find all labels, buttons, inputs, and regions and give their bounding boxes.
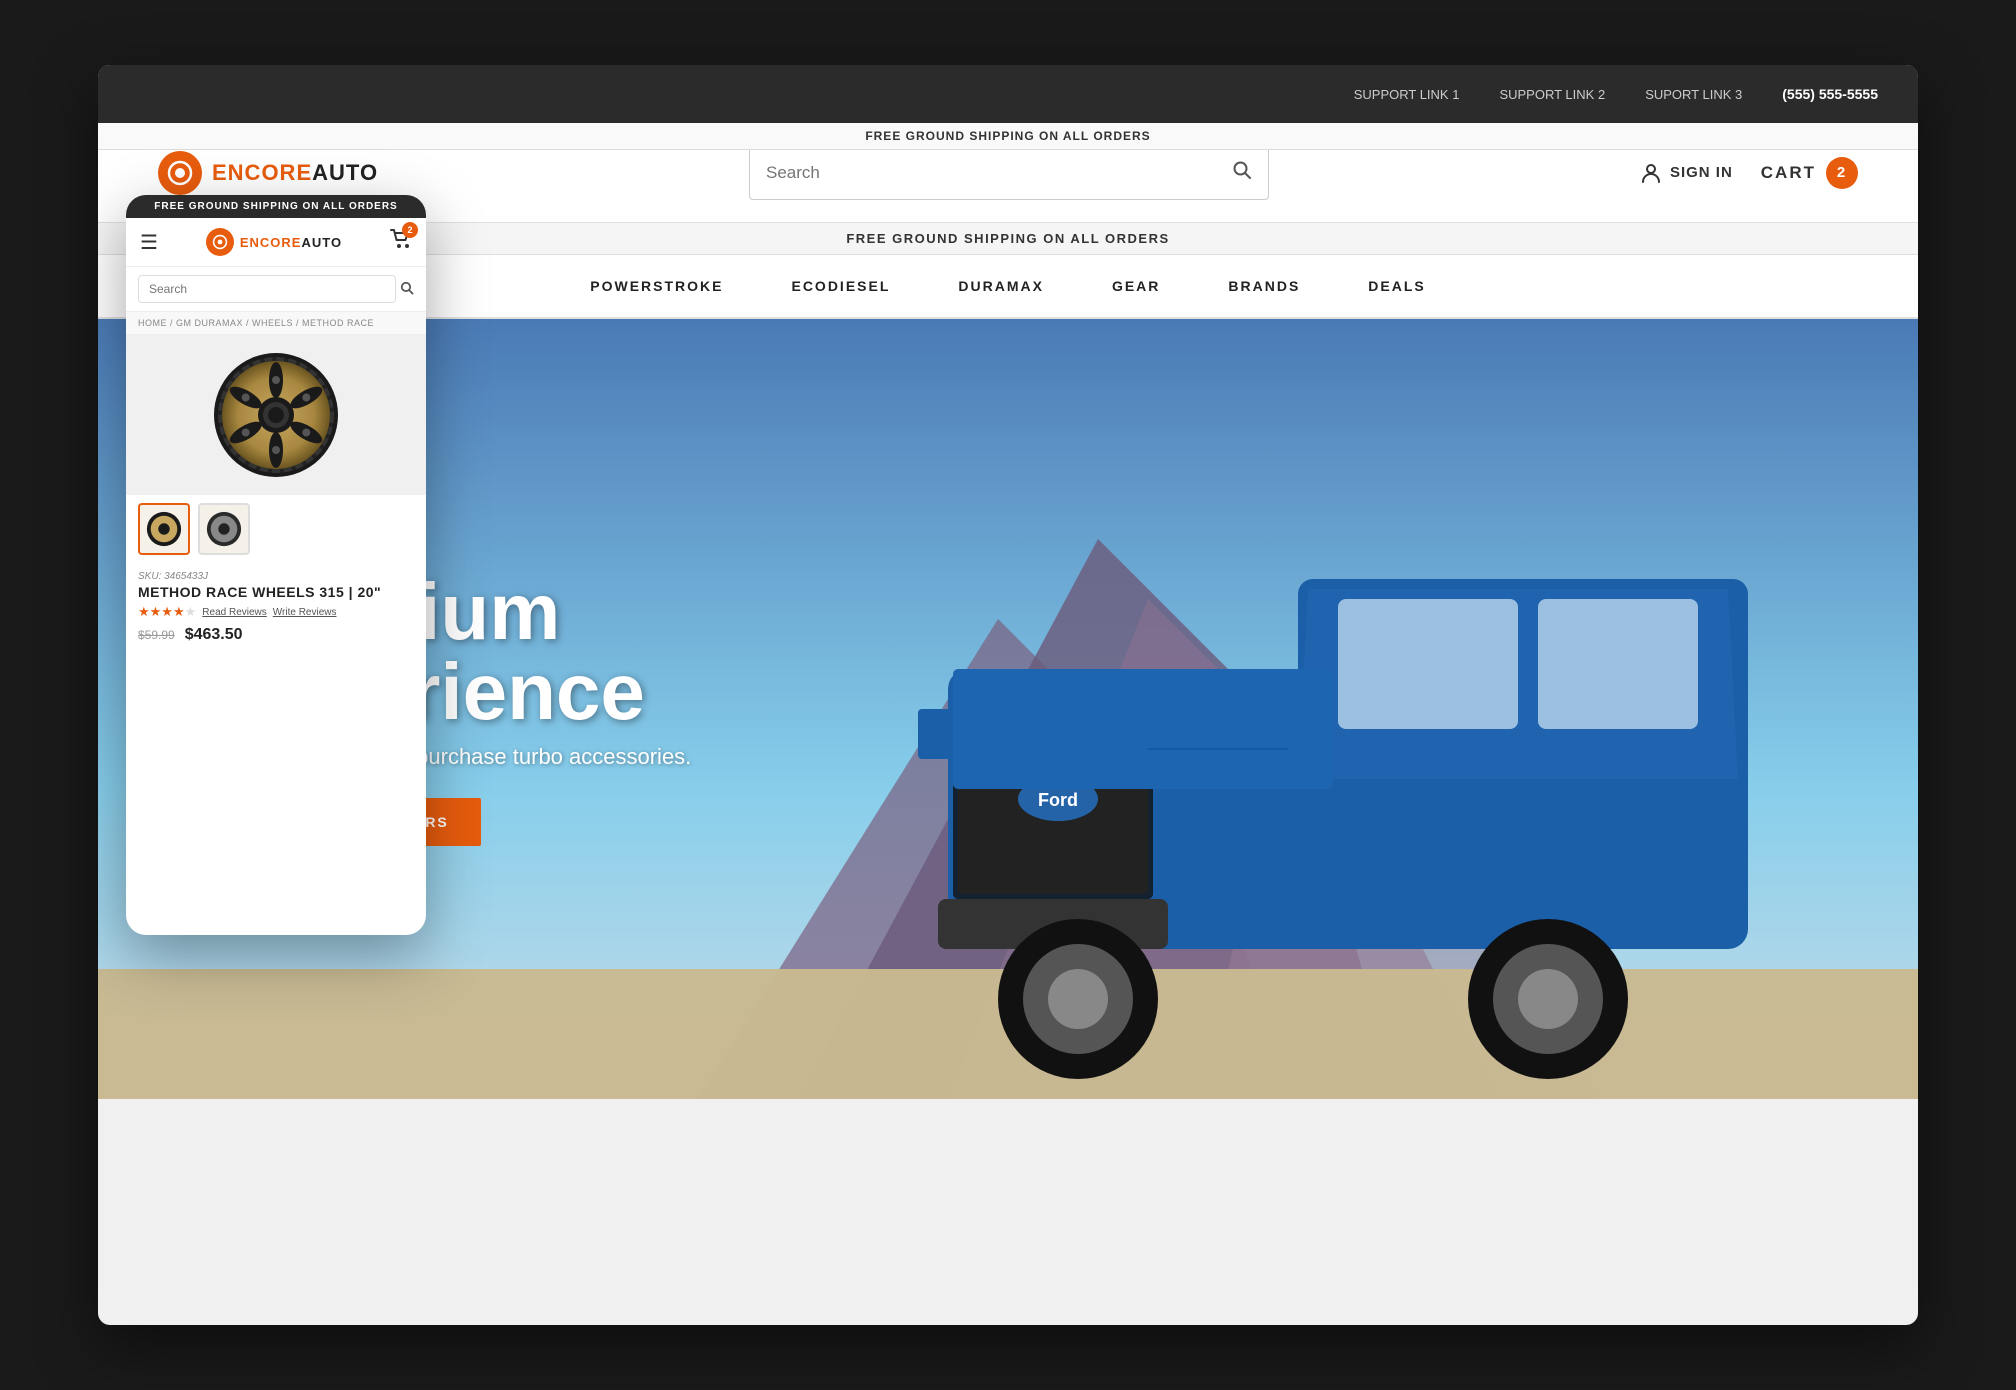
mobile-sku: SKU: 3465433J	[138, 571, 414, 582]
cart-count-badge: 2	[1826, 157, 1858, 189]
nav-duramax[interactable]: DURAMAX	[954, 278, 1048, 294]
write-reviews-link[interactable]: Write Reviews	[273, 607, 337, 618]
svg-text:Ford: Ford	[1038, 790, 1078, 810]
logo[interactable]: ENCOREAUTO	[158, 151, 378, 195]
mobile-logo-text: ENCOREAUTO	[240, 235, 342, 250]
user-icon	[1640, 162, 1662, 184]
mobile-cart-button[interactable]: 2	[390, 228, 412, 256]
mobile-thumb-2[interactable]	[198, 503, 250, 555]
mobile-product-info: SKU: 3465433J METHOD RACE WHEELS 315 | 2…	[126, 563, 426, 652]
mobile-product-name: METHOD RACE WHEELS 315 | 20"	[138, 584, 414, 600]
mobile-logo[interactable]: ENCOREAUTO	[206, 228, 342, 256]
product-wheel-svg	[211, 350, 341, 480]
browser-window: SUPPORT LINK 1 SUPPORT LINK 2 SUPORT LIN…	[98, 65, 1918, 1325]
support-link-1[interactable]: SUPPORT LINK 1	[1354, 87, 1460, 102]
search-button[interactable]	[1232, 160, 1252, 186]
star-rating: ★★★★★	[138, 604, 196, 620]
mobile-stars-row: ★★★★★ Read Reviews Write Reviews	[138, 604, 414, 620]
mobile-logo-icon	[206, 228, 234, 256]
top-bar: SUPPORT LINK 1 SUPPORT LINK 2 SUPORT LIN…	[98, 65, 1918, 123]
support-link-2[interactable]: SUPPORT LINK 2	[1499, 87, 1605, 102]
mobile-overlay: FREE GROUND SHIPPING ON ALL ORDERS ☰ ENC…	[126, 195, 426, 935]
search-input[interactable]	[766, 163, 1232, 183]
mobile-thumbnails	[126, 495, 426, 563]
nav-deals[interactable]: DEALS	[1364, 278, 1429, 294]
sign-in-button[interactable]: SIGN IN	[1640, 162, 1733, 184]
nav-ecodiesel[interactable]: ECODIESEL	[787, 278, 894, 294]
nav-powerstroke[interactable]: POWERSTROKE	[586, 278, 727, 294]
nav-brands[interactable]: BRANDS	[1224, 278, 1304, 294]
hamburger-menu[interactable]: ☰	[140, 230, 158, 255]
header-right: SIGN IN CART 2	[1640, 157, 1858, 189]
nav-gear[interactable]: GEAR	[1108, 278, 1164, 294]
search-container	[749, 146, 1269, 200]
phone-number: (555) 555-5555	[1782, 86, 1878, 102]
mobile-shipping-banner: FREE GROUND SHIPPING ON ALL ORDERS	[126, 195, 426, 218]
mobile-cart-badge: 2	[402, 222, 418, 238]
mobile-search-area	[126, 267, 426, 312]
mobile-search-input[interactable]	[138, 275, 396, 303]
mobile-breadcrumb: HOME / GM DURAMAX / WHEELS / METHOD RACE	[126, 312, 426, 335]
cart-button[interactable]: CART 2	[1761, 157, 1858, 189]
shipping-banner: FREE GROUND SHIPPING ON ALL ORDERS	[98, 123, 1918, 150]
mobile-thumb-1[interactable]	[138, 503, 190, 555]
new-price: $463.50	[185, 626, 243, 644]
mobile-price: $59.99 $463.50	[138, 626, 414, 644]
logo-text: ENCOREAUTO	[212, 160, 378, 186]
old-price: $59.99	[138, 628, 175, 642]
support-link-3[interactable]: SUPORT LINK 3	[1645, 87, 1742, 102]
mobile-product-image	[126, 335, 426, 495]
mobile-header: ☰ ENCOREAUTO 2	[126, 218, 426, 267]
logo-icon	[158, 151, 202, 195]
read-reviews-link[interactable]: Read Reviews	[202, 607, 266, 618]
support-links: SUPPORT LINK 1 SUPPORT LINK 2 SUPORT LIN…	[1354, 86, 1878, 102]
mobile-search-button[interactable]	[400, 281, 414, 298]
